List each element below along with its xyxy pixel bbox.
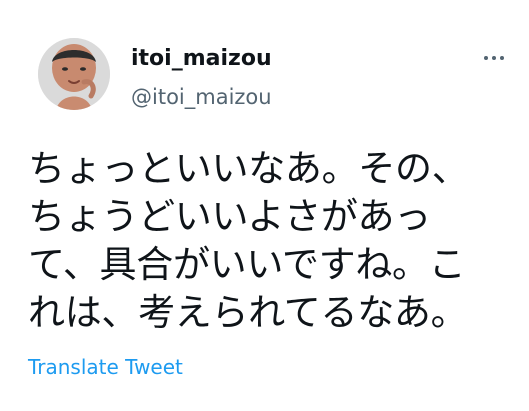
tweet-card: itoi_maizou @itoi_maizou ちょっといいなあ。その、 ちょ… [0, 0, 529, 411]
tweet-text-line-3: て、具合がいいですね。こ [28, 243, 466, 286]
tweet-text-line-1: ちょっといいなあ。その、 [28, 147, 469, 190]
translate-tweet-link[interactable]: Translate Tweet [28, 354, 183, 380]
tweet-text-line-4: れは、考えられてるなあ。 [28, 291, 468, 334]
more-dot-2 [492, 56, 496, 60]
more-options-icon[interactable] [478, 48, 510, 68]
more-dot-3 [500, 56, 504, 60]
tweet-text: ちょっといいなあ。その、 ちょうどいいよさがあっ て、具合がいいですね。こ れは… [28, 145, 508, 337]
avatar[interactable] [38, 38, 110, 110]
more-dot-1 [484, 56, 488, 60]
display-name[interactable]: itoi_maizou [131, 45, 272, 73]
account-handle[interactable]: @itoi_maizou [131, 84, 272, 110]
tweet-text-line-2: ちょうどいいよさがあっ [28, 195, 431, 238]
